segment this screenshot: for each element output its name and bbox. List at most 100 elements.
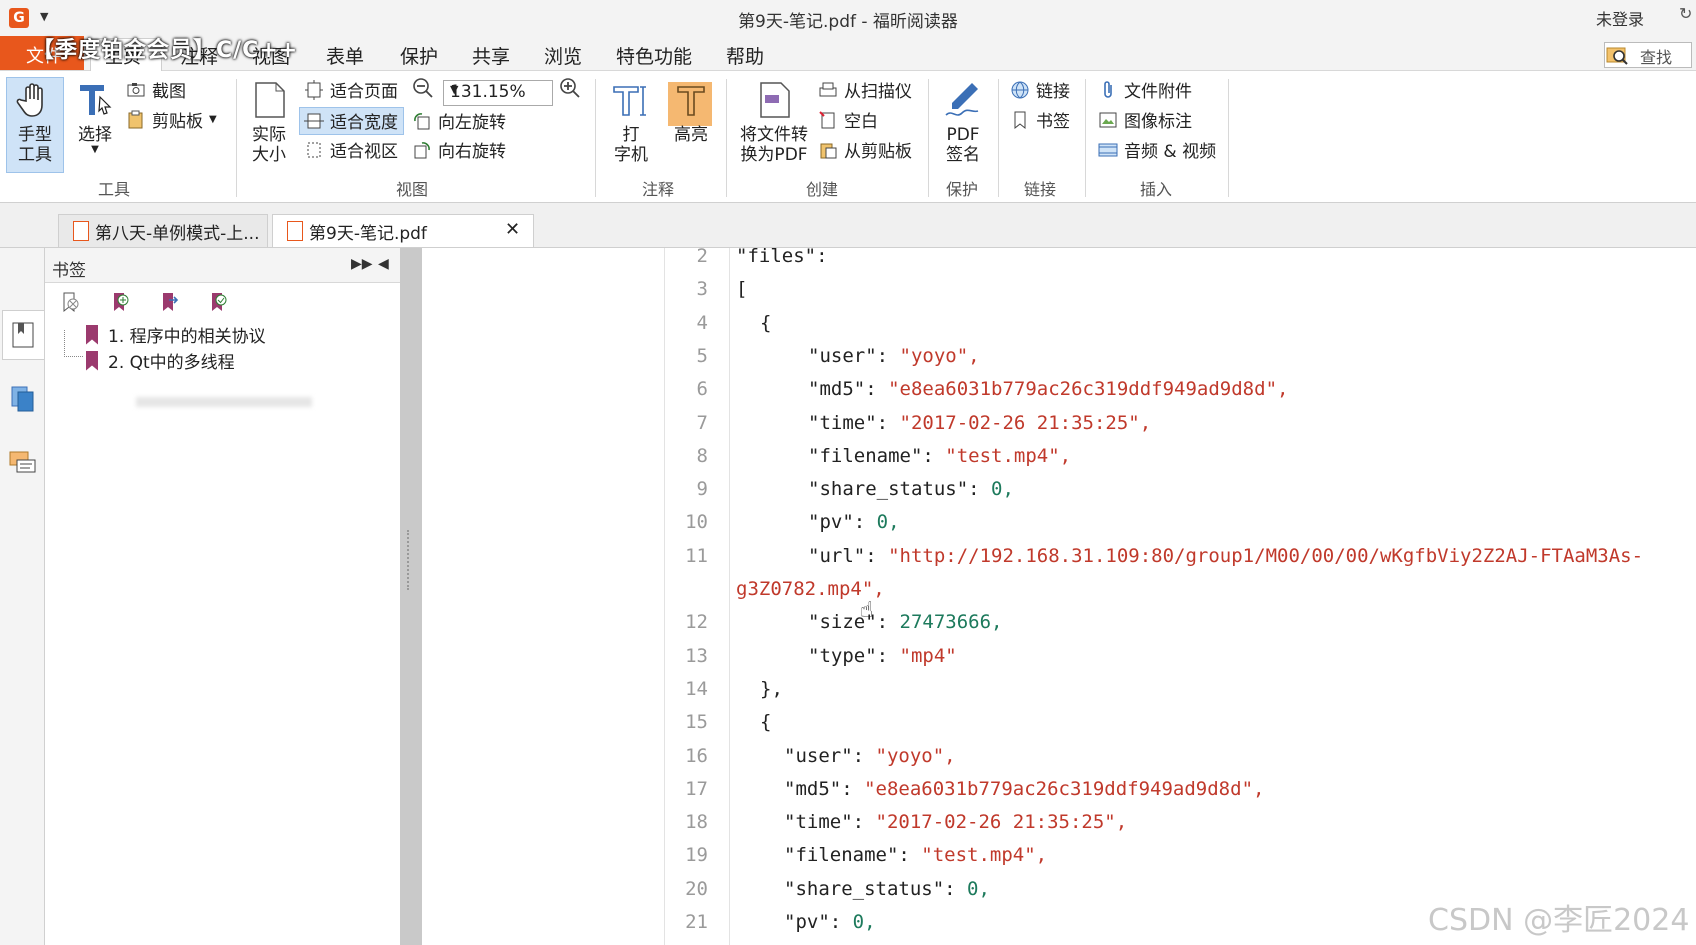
- zoom-out-icon[interactable]: [412, 77, 434, 99]
- refresh-icon[interactable]: ↻: [1679, 4, 1692, 23]
- line-number: 6: [696, 378, 708, 401]
- actual-size-button[interactable]: 实际 大小: [244, 79, 294, 165]
- json-value: "test.mp4",: [945, 444, 1072, 467]
- json-key: "md5":: [784, 777, 865, 800]
- bookmark-item-2[interactable]: 2. Qt中的多线程: [86, 348, 235, 373]
- code-text: },: [760, 677, 783, 700]
- link-button[interactable]: 链接: [1010, 77, 1070, 102]
- collapse-panel-icon[interactable]: ◀: [378, 256, 389, 272]
- rotate-left-button[interactable]: 向左旋转: [412, 108, 506, 133]
- typewriter-label: 打 字机: [614, 125, 648, 165]
- blank-page-button[interactable]: 空白: [818, 107, 878, 132]
- expand-panel-icon[interactable]: ▶▶: [351, 256, 373, 272]
- json-key: "filename":: [808, 444, 946, 467]
- clipboard-icon: [128, 110, 143, 128]
- from-clipboard-button[interactable]: 从剪贴板: [818, 137, 912, 162]
- bookmark-jump-icon[interactable]: [206, 290, 230, 314]
- document-tab-1-label: 第八天-单例模式-上...: [95, 223, 260, 244]
- code-line: "filename": "test.mp4",: [808, 445, 1071, 467]
- pages-panel-icon[interactable]: [8, 384, 38, 414]
- code-line: [: [736, 278, 747, 300]
- tab-protect[interactable]: 保护: [400, 42, 438, 69]
- document-view[interactable]: [422, 248, 1696, 945]
- link-globe-icon: [1011, 81, 1029, 99]
- fit-page-button[interactable]: 适合页面: [304, 77, 398, 102]
- line-number: 7: [696, 411, 708, 434]
- code-line: "pv": 0,: [808, 511, 900, 533]
- close-tab-icon[interactable]: ✕: [505, 219, 520, 240]
- page-icon: [255, 82, 285, 118]
- convert-to-pdf-button[interactable]: 将文件转 换为PDF: [734, 79, 814, 165]
- json-value: 0,: [967, 877, 990, 900]
- ribbon: 手型 工具 选择 ▼ 截图 剪贴板 ▼ 工具 实际 大小 适合页面 适合宽度 适…: [0, 71, 1696, 203]
- screenshot-button[interactable]: 截图: [126, 77, 186, 102]
- json-key: "pv":: [808, 511, 877, 534]
- search-icon[interactable]: [1604, 42, 1630, 68]
- clipboard-button[interactable]: 剪贴板 ▼: [126, 107, 217, 132]
- film-icon: [1098, 143, 1118, 156]
- tab-form[interactable]: 表单: [326, 42, 364, 69]
- json-value: "mp4": [899, 644, 957, 667]
- login-link[interactable]: 未登录: [1596, 6, 1644, 30]
- zoom-select[interactable]: 131.15% ▼: [443, 80, 553, 106]
- json-value: "yoyo",: [899, 344, 980, 367]
- clipboard-label: 剪贴板: [152, 112, 203, 132]
- hand-icon: [16, 83, 43, 117]
- pdf-sign-button[interactable]: PDF 签名: [935, 79, 991, 165]
- document-tab-bar: 第八天-单例模式-上... 第9天-笔记.pdf: [0, 203, 1696, 248]
- bookmarks-panel-icon[interactable]: [8, 320, 38, 350]
- pdf-sign-label: PDF 签名: [946, 125, 980, 165]
- comments-panel-icon[interactable]: [8, 448, 38, 478]
- json-key: "md5":: [808, 378, 889, 401]
- typewriter-button[interactable]: 打 字机: [606, 79, 656, 165]
- line-number: 13: [685, 644, 708, 667]
- highlight-button[interactable]: 高亮: [666, 79, 716, 145]
- search-label: 查找: [1640, 48, 1673, 67]
- hand-tool-button[interactable]: 手型 工具: [10, 79, 60, 165]
- pdf-file-icon: [287, 221, 303, 241]
- code-line: "time": "2017-02-26 21:35:25",: [808, 412, 1151, 434]
- code-text: [: [736, 278, 748, 301]
- tab-share[interactable]: 共享: [472, 42, 510, 69]
- fit-visible-label: 适合视区: [330, 142, 398, 162]
- code-line: {: [760, 312, 771, 334]
- clipboard-dropdown-icon[interactable]: ▼: [209, 114, 217, 125]
- line-number: 11: [685, 544, 708, 567]
- audio-video-button[interactable]: 音频 & 视频: [1098, 137, 1216, 162]
- rotate-right-label: 向右旋转: [438, 142, 506, 162]
- panel-splitter[interactable]: [400, 248, 422, 945]
- tab-browse[interactable]: 浏览: [544, 42, 582, 69]
- bookmark-item-1[interactable]: 1. 程序中的相关协议: [86, 322, 266, 347]
- group-label-protect: 保护: [946, 180, 979, 199]
- blank-page-label: 空白: [844, 112, 878, 132]
- select-dropdown-icon[interactable]: ▼: [70, 145, 120, 155]
- from-scanner-button[interactable]: 从扫描仪: [818, 77, 912, 102]
- json-value: "e8ea6031b779ac26c319ddf949ad9d8d",: [888, 378, 1289, 401]
- bookmark-button[interactable]: 书签: [1010, 107, 1070, 132]
- json-value: "yoyo",: [875, 744, 956, 767]
- bookmark-item-1-label: 1. 程序中的相关协议: [108, 327, 266, 347]
- zoom-in-icon[interactable]: [559, 77, 581, 99]
- fit-visible-button[interactable]: 适合视区: [304, 137, 398, 162]
- tab-features[interactable]: 特色功能: [616, 42, 692, 69]
- delete-bookmark-icon[interactable]: [58, 290, 82, 314]
- typewriter-icon: [613, 86, 646, 116]
- group-divider: [595, 79, 596, 197]
- paperclip-icon: [1104, 80, 1112, 98]
- document-tab-1[interactable]: 第八天-单例模式-上...: [58, 214, 268, 247]
- splitter-grip[interactable]: [407, 530, 413, 590]
- add-bookmark-icon[interactable]: [108, 290, 132, 314]
- code-line: "md5": "e8ea6031b779ac26c319ddf949ad9d8d…: [784, 778, 1264, 800]
- file-attachment-button[interactable]: 文件附件: [1098, 77, 1192, 102]
- fit-width-button[interactable]: 适合宽度: [304, 108, 398, 133]
- rotate-right-button[interactable]: 向右旋转: [412, 137, 506, 162]
- zoom-dropdown-icon[interactable]: ▼: [450, 83, 548, 96]
- document-tab-2[interactable]: 第9天-笔记.pdf: [272, 214, 534, 247]
- image-icon: [1099, 112, 1117, 127]
- from-scanner-label: 从扫描仪: [844, 82, 912, 102]
- select-tool-button[interactable]: 选择 ▼: [70, 79, 120, 155]
- image-annotation-button[interactable]: 图像标注: [1098, 107, 1192, 132]
- tab-help[interactable]: 帮助: [726, 42, 764, 69]
- code-line: "files":: [736, 245, 828, 267]
- bookmark-forward-icon[interactable]: [157, 290, 181, 314]
